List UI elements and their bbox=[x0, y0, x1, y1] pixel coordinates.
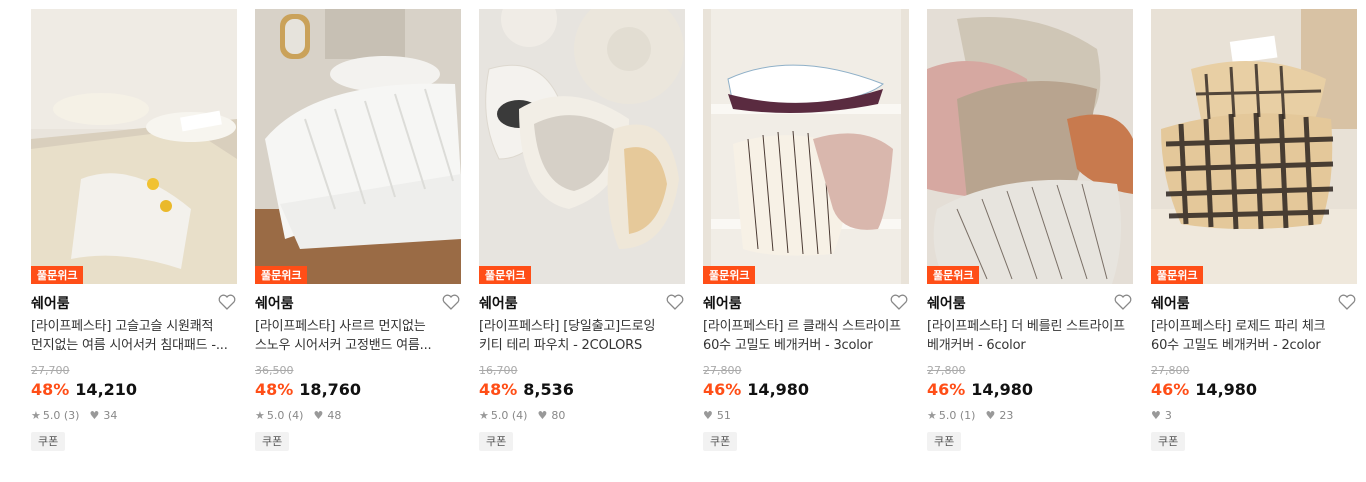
coupon-tag[interactable]: 쿠폰 bbox=[927, 432, 962, 451]
original-price: 27,700 bbox=[31, 364, 70, 377]
review-row: ♥ 3 bbox=[1151, 409, 1357, 423]
like-count: 23 bbox=[999, 409, 1014, 422]
sale-price: 8,536 bbox=[523, 380, 574, 399]
original-price: 16,700 bbox=[479, 364, 518, 377]
brand-name[interactable]: 쉐어룸 bbox=[1151, 296, 1190, 312]
star-icon: ★ bbox=[479, 409, 489, 422]
product-title[interactable]: [라이프페스타] 르 클래식 스트라이프 60수 고밀도 베개커버 - 3col… bbox=[703, 317, 909, 355]
product-card[interactable]: 풀문위크 쉐어룸 [라이프페스타] 고슬고슬 시원쾌적 먼지없는 여름 시어서커… bbox=[31, 9, 237, 451]
product-title[interactable]: [라이프페스타] 고슬고슬 시원쾌적 먼지없는 여름 시어서커 침대패드 -..… bbox=[31, 317, 237, 355]
discount-rate: 48% bbox=[479, 380, 518, 399]
product-grid: 풀문위크 쉐어룸 [라이프페스타] 고슬고슬 시원쾌적 먼지없는 여름 시어서커… bbox=[0, 0, 1366, 482]
discount-rate: 46% bbox=[1151, 380, 1190, 399]
heart-icon[interactable] bbox=[442, 294, 460, 310]
price-row: 48% 8,536 bbox=[479, 380, 685, 400]
heart-small-icon: ♥ bbox=[537, 409, 548, 422]
product-image[interactable]: 풀문위크 bbox=[31, 9, 237, 284]
brand-name[interactable]: 쉐어룸 bbox=[927, 296, 966, 312]
star-icon: ★ bbox=[927, 409, 937, 422]
original-price: 27,800 bbox=[927, 364, 966, 377]
original-price: 36,500 bbox=[255, 364, 294, 377]
heart-small-icon: ♥ bbox=[313, 409, 324, 422]
price-row: 46% 14,980 bbox=[927, 380, 1133, 400]
coupon-tag[interactable]: 쿠폰 bbox=[255, 432, 290, 451]
like-count: 34 bbox=[103, 409, 118, 422]
promo-badge: 풀문위크 bbox=[255, 266, 308, 284]
review-row: ★ 5.0 (4) ♥ 48 bbox=[255, 409, 461, 423]
discount-rate: 48% bbox=[31, 380, 70, 399]
coupon-tag[interactable]: 쿠폰 bbox=[703, 432, 738, 451]
discount-rate: 48% bbox=[255, 380, 294, 399]
review-row: ♥ 51 bbox=[703, 409, 909, 423]
heart-small-icon: ♥ bbox=[89, 409, 100, 422]
product-image[interactable]: 풀문위크 bbox=[1151, 9, 1357, 284]
price-row: 48% 14,210 bbox=[31, 380, 237, 400]
brand-name[interactable]: 쉐어룸 bbox=[703, 296, 742, 312]
product-image[interactable]: 풀문위크 bbox=[927, 9, 1133, 284]
review-row: ★ 5.0 (3) ♥ 34 bbox=[31, 409, 237, 423]
product-image[interactable]: 풀문위크 bbox=[255, 9, 461, 284]
rating: 5.0 (3) bbox=[42, 409, 80, 422]
promo-badge: 풀문위크 bbox=[31, 266, 84, 284]
heart-icon[interactable] bbox=[666, 294, 684, 310]
heart-small-icon: ♥ bbox=[1151, 409, 1161, 422]
star-icon: ★ bbox=[255, 409, 265, 422]
sale-price: 18,760 bbox=[299, 380, 362, 399]
coupon-tag[interactable]: 쿠폰 bbox=[1151, 432, 1186, 451]
brand-name[interactable]: 쉐어룸 bbox=[31, 296, 70, 312]
rating: 5.0 (4) bbox=[266, 409, 304, 422]
like-count: 80 bbox=[551, 409, 566, 422]
like-count: 3 bbox=[1164, 409, 1172, 422]
product-title[interactable]: [라이프페스타] 사르르 먼지없는 스노우 시어서커 고정밴드 여름... bbox=[255, 317, 461, 355]
sale-price: 14,980 bbox=[747, 380, 810, 399]
brand-name[interactable]: 쉐어룸 bbox=[255, 296, 294, 312]
star-icon: ★ bbox=[31, 409, 41, 422]
product-image[interactable]: 풀문위크 bbox=[479, 9, 685, 284]
coupon-tag[interactable]: 쿠폰 bbox=[31, 432, 66, 451]
discount-rate: 46% bbox=[703, 380, 742, 399]
price-row: 46% 14,980 bbox=[1151, 380, 1357, 400]
product-card[interactable]: 풀문위크 쉐어룸 [라이프페스타] 로제드 파리 체크 60수 고밀도 베개커버… bbox=[1151, 9, 1357, 451]
price-row: 48% 18,760 bbox=[255, 380, 461, 400]
product-image[interactable]: 풀문위크 bbox=[703, 9, 909, 284]
review-row: ★ 5.0 (4) ♥ 80 bbox=[479, 409, 685, 423]
promo-badge: 풀문위크 bbox=[927, 266, 980, 284]
original-price: 27,800 bbox=[1151, 364, 1190, 377]
heart-icon[interactable] bbox=[1114, 294, 1132, 310]
promo-badge: 풀문위크 bbox=[703, 266, 756, 284]
heart-small-icon: ♥ bbox=[985, 409, 996, 422]
sale-price: 14,980 bbox=[971, 380, 1034, 399]
product-card[interactable]: 풀문위크 쉐어룸 [라이프페스타] 더 베를린 스트라이프 베개커버 - 6co… bbox=[927, 9, 1133, 451]
product-title[interactable]: [라이프페스타] [당일출고]드로잉 키티 테리 파우치 - 2COLORS bbox=[479, 317, 685, 355]
like-count: 48 bbox=[327, 409, 342, 422]
discount-rate: 46% bbox=[927, 380, 966, 399]
brand-name[interactable]: 쉐어룸 bbox=[479, 296, 518, 312]
original-price: 27,800 bbox=[703, 364, 742, 377]
like-count: 51 bbox=[716, 409, 731, 422]
heart-icon[interactable] bbox=[218, 294, 236, 310]
rating: 5.0 (1) bbox=[938, 409, 976, 422]
heart-icon[interactable] bbox=[1338, 294, 1356, 310]
rating: 5.0 (4) bbox=[490, 409, 528, 422]
heart-icon[interactable] bbox=[890, 294, 908, 310]
price-row: 46% 14,980 bbox=[703, 380, 909, 400]
heart-small-icon: ♥ bbox=[703, 409, 713, 422]
product-title[interactable]: [라이프페스타] 로제드 파리 체크 60수 고밀도 베개커버 - 2color bbox=[1151, 317, 1357, 355]
product-card[interactable]: 풀문위크 쉐어룸 [라이프페스타] [당일출고]드로잉 키티 테리 파우치 - … bbox=[479, 9, 685, 451]
sale-price: 14,210 bbox=[75, 380, 138, 399]
promo-badge: 풀문위크 bbox=[1151, 266, 1204, 284]
sale-price: 14,980 bbox=[1195, 380, 1258, 399]
product-card[interactable]: 풀문위크 쉐어룸 [라이프페스타] 사르르 먼지없는 스노우 시어서커 고정밴드… bbox=[255, 9, 461, 451]
review-row: ★ 5.0 (1) ♥ 23 bbox=[927, 409, 1133, 423]
product-card[interactable]: 풀문위크 쉐어룸 [라이프페스타] 르 클래식 스트라이프 60수 고밀도 베개… bbox=[703, 9, 909, 451]
product-title[interactable]: [라이프페스타] 더 베를린 스트라이프 베개커버 - 6color bbox=[927, 317, 1133, 355]
coupon-tag[interactable]: 쿠폰 bbox=[479, 432, 514, 451]
promo-badge: 풀문위크 bbox=[479, 266, 532, 284]
